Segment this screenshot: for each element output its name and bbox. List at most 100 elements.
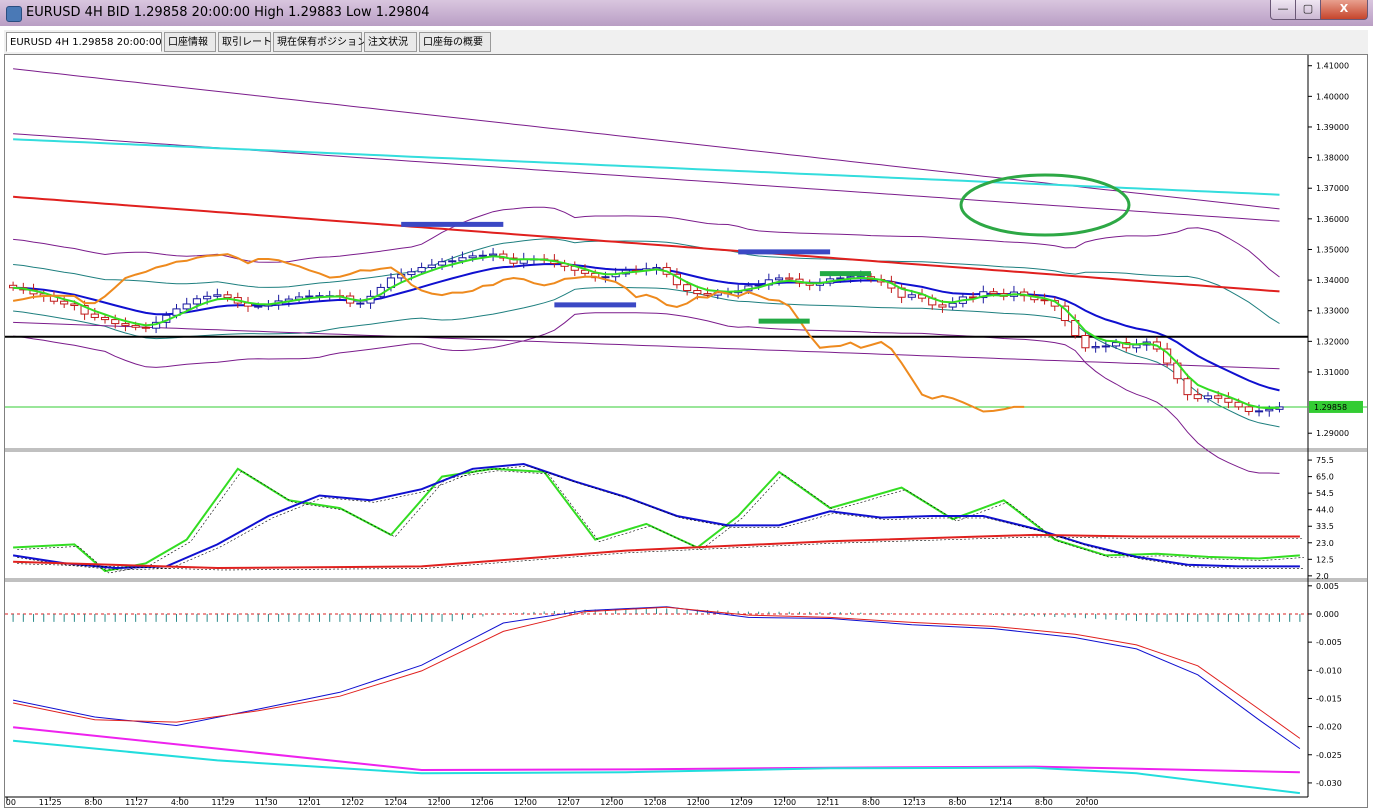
- candle: [1111, 342, 1121, 347]
- title-bar[interactable]: EURUSD 4H BID 1.29858 20:00:00 High 1.29…: [0, 0, 1373, 26]
- time-tick-label: 8:00: [862, 798, 880, 807]
- candle: [938, 304, 947, 308]
- time-tick-label: 12:00: [514, 798, 537, 807]
- oscillator-tick-label: 65.0: [1316, 473, 1334, 482]
- candle: [774, 277, 784, 281]
- tab-rates[interactable]: 取引レート: [218, 32, 272, 52]
- app-window: EURUSD 4H BID 1.29858 20:00:00 High 1.29…: [0, 0, 1373, 811]
- chart-area[interactable]: 1.41000 1.40000 1.39000 1.38000 1.37000 1.360…: [0, 54, 1368, 808]
- macd-tick-label: -0.015: [1316, 694, 1342, 703]
- tab-account-summary[interactable]: 口座毎の概要: [419, 32, 491, 52]
- tab-chart[interactable]: EURUSD 4H 1.29858 20:00:00: [6, 32, 162, 52]
- time-tick-label: 12.01: [298, 798, 321, 807]
- time-tick-label: 12:00: [773, 798, 796, 807]
- candle: [1203, 395, 1213, 400]
- price-tick-label: 1.35000: [1316, 245, 1349, 254]
- price-tick-label: 1.33000: [1316, 307, 1349, 316]
- candle: [141, 326, 150, 329]
- candle: [121, 323, 130, 326]
- candle: [182, 303, 191, 310]
- candle: [223, 294, 232, 299]
- candle: [60, 300, 69, 305]
- candle: [489, 253, 498, 256]
- candle: [478, 254, 487, 257]
- macd-tick-label: -0.010: [1316, 666, 1342, 675]
- candle: [1224, 397, 1233, 403]
- oscillator-tick-label: 2.0: [1316, 572, 1329, 581]
- time-tick-label: 12:00: [600, 798, 623, 807]
- candle: [1101, 345, 1110, 348]
- candle: [1254, 410, 1264, 413]
- price-tick-label: 1.40000: [1316, 92, 1349, 101]
- maximize-button[interactable]: ▢: [1295, 0, 1321, 20]
- time-tick-label: 12.08: [644, 798, 667, 807]
- candle: [356, 302, 365, 305]
- time-tick-label: 12.06: [471, 798, 494, 807]
- price-tick-label: 1.31000: [1316, 368, 1349, 377]
- price-chart-svg[interactable]: 1.41000 1.40000 1.39000 1.38000 1.37000 1.360…: [0, 55, 1367, 807]
- tab-orders[interactable]: 注文状況: [364, 32, 417, 52]
- time-tick-label: 12.11: [816, 798, 839, 807]
- time-tick-label: 11.27: [125, 798, 148, 807]
- candle: [693, 290, 702, 295]
- price-tick-label: 1.39000: [1316, 123, 1349, 132]
- candle: [1132, 344, 1141, 349]
- tab-account-info[interactable]: 口座情報: [164, 32, 216, 52]
- time-tick-label: 4:00: [171, 798, 189, 807]
- time-tick-label: 12.13: [903, 798, 926, 807]
- candle: [213, 294, 222, 297]
- macd-tick-label: 0.000: [1316, 610, 1339, 619]
- candle: [601, 276, 610, 279]
- time-tick-label: 12.07: [557, 798, 580, 807]
- oscillator-tick-label: 54.5: [1316, 489, 1334, 498]
- price-tick-label: 1.34000: [1316, 276, 1349, 285]
- time-tick-label: 12.02: [341, 798, 364, 807]
- time-tick-label: 12:00: [687, 798, 710, 807]
- macd-tick-label: 0.005: [1316, 582, 1339, 591]
- candle: [785, 277, 794, 280]
- oscillator-tick-label: 75.5: [1316, 456, 1334, 465]
- candle: [100, 316, 110, 321]
- candle: [90, 313, 99, 318]
- time-tick-label: 12.04: [384, 798, 407, 807]
- macd-tick-label: -0.020: [1316, 723, 1342, 732]
- candle: [948, 302, 957, 308]
- candle: [683, 284, 692, 292]
- time-tick-label: 8:00: [948, 798, 966, 807]
- current-price-label: 1.29858: [1314, 403, 1347, 412]
- time-tick-label: 20:00: [1075, 798, 1098, 807]
- candle: [1234, 401, 1243, 408]
- candle: [1081, 335, 1090, 349]
- candle: [907, 294, 916, 298]
- app-icon: [6, 6, 22, 22]
- time-tick-label: 11.25: [39, 798, 62, 807]
- price-tick-label: 1.29000: [1316, 429, 1349, 438]
- tab-bar: EURUSD 4H 1.29858 20:00:00 口座情報 取引レート 現在…: [4, 30, 1368, 54]
- candle: [111, 319, 120, 325]
- time-tick-label: 8:00: [1035, 798, 1053, 807]
- minimize-button[interactable]: —: [1270, 0, 1296, 20]
- close-button[interactable]: X: [1320, 0, 1368, 20]
- candle: [1214, 395, 1223, 399]
- candle: [1193, 394, 1202, 400]
- time-tick-label: 8:00: [5, 798, 16, 807]
- price-tick-label: 1.32000: [1316, 337, 1349, 346]
- candle: [1265, 408, 1274, 412]
- macd-tick-label: -0.025: [1316, 751, 1342, 760]
- oscillator-tick-label: 44.0: [1316, 506, 1334, 515]
- candle: [468, 255, 477, 259]
- time-tick-label: 8:00: [84, 798, 102, 807]
- price-tick-label: 1.37000: [1316, 184, 1349, 193]
- candle: [70, 303, 79, 307]
- oscillator-tick-label: 23.0: [1316, 539, 1334, 548]
- macd-tick-label: -0.005: [1316, 638, 1342, 647]
- candle: [1091, 346, 1100, 349]
- price-tick-label: 1.41000: [1316, 62, 1349, 71]
- time-tick-label: 11.30: [255, 798, 278, 807]
- time-tick-label: 12.14: [989, 798, 1012, 807]
- oscillator-tick-label: 33.5: [1316, 522, 1334, 531]
- candle: [407, 271, 416, 276]
- candle: [703, 293, 712, 296]
- tab-positions[interactable]: 現在保有ポジション: [273, 32, 367, 52]
- oscillator-tick-label: 12.5: [1316, 555, 1334, 564]
